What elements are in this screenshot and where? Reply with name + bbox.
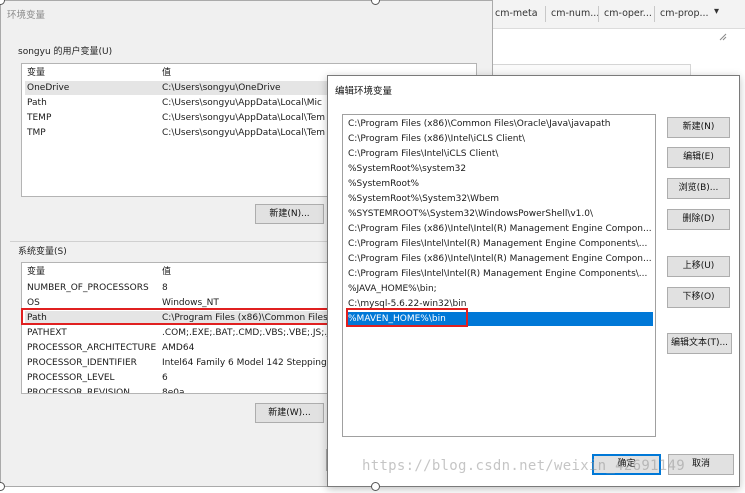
column-header-value[interactable]: 值: [162, 66, 171, 80]
path-entry[interactable]: %SystemRoot%\system32: [346, 162, 653, 176]
move-down-button[interactable]: 下移(O): [667, 287, 730, 308]
path-entry[interactable]: C:\Program Files\Intel\Intel(R) Manageme…: [346, 267, 653, 281]
var-name: PROCESSOR_ARCHITECTURE: [27, 343, 157, 353]
bg-tab-cm-meta[interactable]: cm-meta: [495, 8, 538, 19]
path-entry-list[interactable]: C:\Program Files (x86)\Common Files\Orac…: [342, 114, 656, 437]
user-new-button[interactable]: 新建(N)...: [255, 204, 324, 224]
new-button[interactable]: 新建(N): [667, 117, 730, 138]
var-value: 6: [162, 373, 168, 383]
tab-separator: [598, 6, 599, 22]
window-title: 环境变量: [7, 10, 46, 21]
path-entry[interactable]: %JAVA_HOME%\bin;: [346, 282, 653, 296]
edit-button[interactable]: 编辑(E): [667, 147, 730, 168]
delete-button[interactable]: 删除(D): [667, 209, 730, 230]
path-entry[interactable]: %SystemRoot%: [346, 177, 653, 191]
dialog-title: 编辑环境变量: [335, 86, 393, 97]
var-name: PROCESSOR_LEVEL: [27, 373, 115, 383]
background-tab-strip: cm-meta cm-num... cm-oper... cm-prop... …: [486, 0, 745, 29]
edit-text-button[interactable]: 编辑文本(T)...: [667, 333, 732, 354]
path-entry[interactable]: C:\Program Files (x86)\Common Files\Orac…: [346, 117, 653, 131]
watermark: https://blog.csdn.net/weixin_42691149: [362, 458, 685, 474]
resize-grip-icon: [719, 33, 727, 41]
path-entry[interactable]: C:\Program Files (x86)\Intel\Intel(R) Ma…: [346, 222, 653, 236]
move-up-button[interactable]: 上移(U): [667, 256, 730, 277]
var-name: TMP: [27, 128, 46, 138]
path-entry[interactable]: C:\Program Files\Intel\Intel(R) Manageme…: [346, 237, 653, 251]
var-name: TEMP: [27, 113, 52, 123]
system-vars-label: 系统变量(S): [18, 247, 67, 257]
user-vars-label: songyu 的用户变量(U): [18, 47, 113, 57]
var-name: PROCESSOR_IDENTIFIER: [27, 358, 137, 368]
column-header-variable[interactable]: 变量: [27, 265, 45, 279]
bg-tab-cm-num[interactable]: cm-num...: [551, 8, 599, 19]
var-name: NUMBER_OF_PROCESSORS: [27, 283, 149, 293]
highlight-box-maven: [346, 308, 468, 327]
tab-separator: [545, 6, 546, 22]
var-value: 8e0a: [162, 388, 185, 394]
path-entry[interactable]: %SystemRoot%\System32\Wbem: [346, 192, 653, 206]
system-new-button[interactable]: 新建(W)...: [255, 403, 324, 423]
var-name: Path: [27, 98, 47, 108]
var-value: C:\Users\songyu\OneDrive: [162, 83, 281, 93]
column-header-variable[interactable]: 变量: [27, 66, 45, 80]
var-name: OneDrive: [27, 83, 70, 93]
browse-button[interactable]: 浏览(B)...: [667, 178, 730, 199]
column-header-value[interactable]: 值: [162, 265, 171, 279]
var-value: C:\Users\songyu\AppData\Local\Mic: [162, 98, 322, 108]
tab-scroll-down-icon[interactable]: ▾: [714, 6, 719, 17]
var-value: C:\Users\songyu\AppData\Local\Tem: [162, 128, 325, 138]
edit-environment-variable-dialog: 编辑环境变量 C:\Program Files (x86)\Common Fil…: [327, 75, 740, 487]
highlight-box-path: [21, 308, 331, 325]
path-entry[interactable]: C:\Program Files\Intel\iCLS Client\: [346, 147, 653, 161]
bg-tab-cm-prop[interactable]: cm-prop...: [660, 8, 709, 19]
path-entry[interactable]: %SYSTEMROOT%\System32\WindowsPowerShell\…: [346, 207, 653, 221]
var-value: 8: [162, 283, 168, 293]
var-name: PROCESSOR_REVISION: [27, 388, 130, 394]
var-value: C:\Users\songyu\AppData\Local\Tem: [162, 113, 325, 123]
var-name: PATHEXT: [27, 328, 67, 338]
path-entry[interactable]: C:\Program Files (x86)\Intel\iCLS Client…: [346, 132, 653, 146]
var-value: AMD64: [162, 343, 195, 353]
var-value: .COM;.EXE;.BAT;.CMD;.VBS;.VBE;.JS;.JS: [162, 328, 336, 338]
tab-separator: [654, 6, 655, 22]
crop-handle: [371, 482, 380, 491]
bg-tab-cm-oper[interactable]: cm-oper...: [604, 8, 652, 19]
path-entry[interactable]: C:\Program Files (x86)\Intel\Intel(R) Ma…: [346, 252, 653, 266]
var-value: Intel64 Family 6 Model 142 Stepping: [162, 358, 327, 368]
